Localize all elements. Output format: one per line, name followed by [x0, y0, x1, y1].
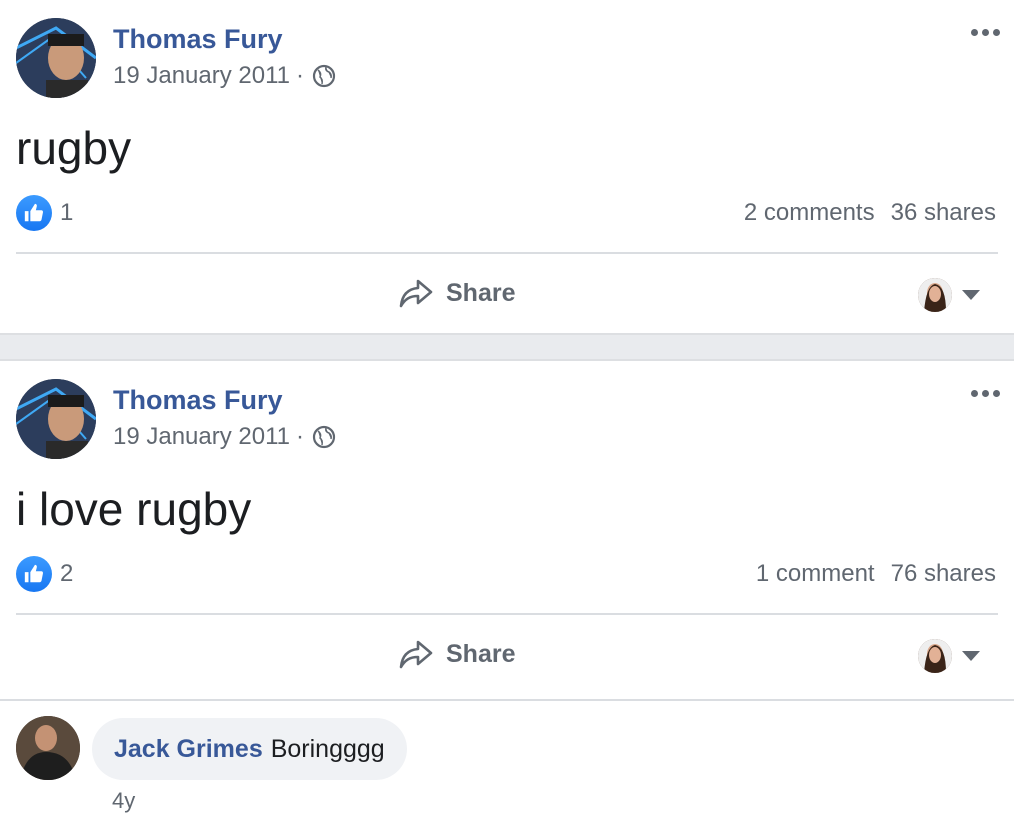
meta-separator: · — [296, 423, 305, 450]
shares-count[interactable]: 76 shares — [891, 560, 996, 588]
post-meta: 19 January 2011 · — [113, 423, 336, 451]
post-text: rugby — [16, 122, 132, 174]
shares-count[interactable]: 36 shares — [891, 199, 996, 227]
engagement-counts: 2 comments 36 shares — [744, 199, 996, 227]
post-text: i love rugby — [16, 483, 252, 535]
caret-down-icon — [962, 651, 980, 661]
like-thumb-icon — [16, 556, 52, 592]
caret-down-icon — [962, 290, 980, 300]
divider — [16, 252, 998, 254]
globe-icon[interactable] — [312, 64, 336, 88]
user-avatar — [918, 278, 952, 312]
post-meta: 19 January 2011 · — [113, 62, 336, 90]
more-options-icon[interactable] — [968, 383, 1002, 403]
post-card: Thomas Fury 19 January 2011 · i love rug… — [0, 361, 1014, 727]
share-label: Share — [446, 639, 516, 668]
like-count: 1 — [60, 199, 74, 226]
comments-count[interactable]: 1 comment — [756, 560, 875, 588]
share-arrow-icon — [399, 640, 433, 669]
post-date[interactable]: 19 January 2011 — [113, 62, 290, 90]
reactions-summary[interactable]: 2 — [16, 556, 73, 592]
post-as-selector[interactable] — [918, 278, 980, 312]
share-button[interactable]: Share — [398, 636, 515, 672]
commenter-name[interactable]: Jack Grimes — [114, 735, 263, 764]
post-as-selector[interactable] — [918, 639, 980, 673]
engagement-counts: 1 comment 76 shares — [756, 560, 996, 588]
meta-separator: · — [296, 62, 305, 89]
author-avatar[interactable] — [16, 379, 96, 459]
reactions-summary[interactable]: 1 — [16, 195, 73, 231]
post-date[interactable]: 19 January 2011 — [113, 423, 290, 451]
more-options-icon[interactable] — [968, 22, 1002, 42]
feed-separator — [0, 333, 1014, 361]
comment-bubble: Jack Grimes Boringggg — [92, 718, 407, 780]
author-name[interactable]: Thomas Fury — [113, 24, 283, 55]
commenter-avatar[interactable] — [16, 716, 80, 780]
comments-count[interactable]: 2 comments — [744, 199, 875, 227]
user-avatar — [918, 639, 952, 673]
divider — [0, 699, 1014, 701]
share-label: Share — [446, 278, 516, 307]
post-card: Thomas Fury 19 January 2011 · rugby 1 2 … — [0, 0, 1014, 333]
comment-text: Boringggg — [270, 734, 385, 763]
author-avatar[interactable] — [16, 18, 96, 98]
like-thumb-icon — [16, 195, 52, 231]
comment-timestamp[interactable]: 4y — [112, 788, 135, 814]
share-button[interactable]: Share — [398, 275, 515, 311]
divider — [16, 613, 998, 615]
globe-icon[interactable] — [312, 425, 336, 449]
author-name[interactable]: Thomas Fury — [113, 385, 283, 416]
like-count: 2 — [60, 560, 74, 587]
share-arrow-icon — [399, 279, 433, 308]
comment: Jack Grimes Boringggg 4y — [16, 716, 996, 816]
